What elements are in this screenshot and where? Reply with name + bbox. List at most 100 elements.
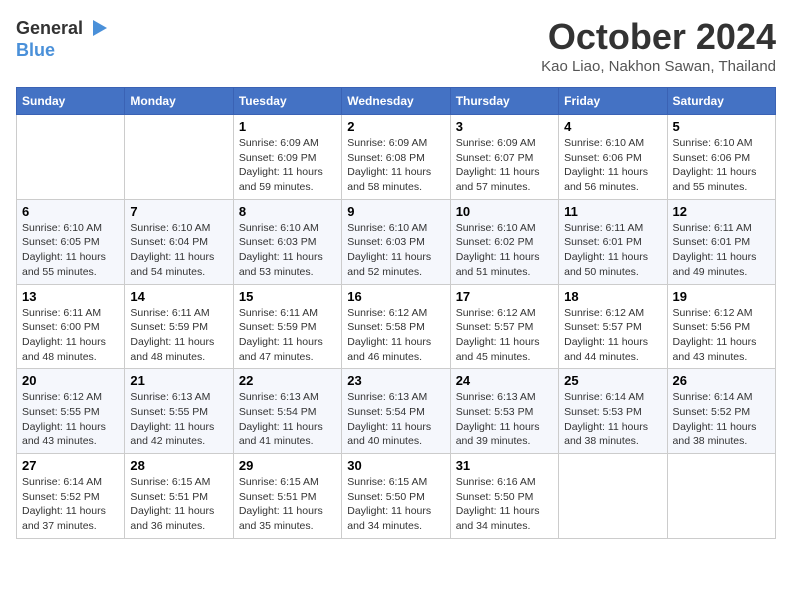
calendar-cell: 24Sunrise: 6:13 AMSunset: 5:53 PMDayligh…: [450, 369, 558, 454]
day-info: Sunrise: 6:14 AMSunset: 5:53 PMDaylight:…: [564, 390, 661, 449]
calendar-cell: 1Sunrise: 6:09 AMSunset: 6:09 PMDaylight…: [233, 115, 341, 200]
day-info: Sunrise: 6:09 AMSunset: 6:07 PMDaylight:…: [456, 136, 553, 195]
calendar-header-row: SundayMondayTuesdayWednesdayThursdayFrid…: [17, 88, 776, 115]
day-number: 24: [456, 373, 553, 388]
logo-icon: [85, 16, 109, 40]
day-info: Sunrise: 6:10 AMSunset: 6:02 PMDaylight:…: [456, 221, 553, 280]
calendar-cell: 13 Sunrise: 6:11 AMSunset: 6:00 PMDayligh…: [17, 284, 125, 369]
calendar-week-row: 1Sunrise: 6:09 AMSunset: 6:09 PMDaylight…: [17, 115, 776, 200]
day-info: Sunrise: 6:10 AMSunset: 6:03 PMDaylight:…: [239, 221, 336, 280]
day-info: Sunrise: 6:12 AMSunset: 5:58 PMDaylight:…: [347, 306, 444, 365]
day-number: 12: [673, 204, 770, 219]
day-info: Sunrise: 6:11 AMSunset: 6:01 PMDaylight:…: [564, 221, 661, 280]
day-of-week-header: Thursday: [450, 88, 558, 115]
calendar-cell: 17Sunrise: 6:12 AMSunset: 5:57 PMDayligh…: [450, 284, 558, 369]
calendar-cell: 8 Sunrise: 6:10 AMSunset: 6:03 PMDaylight…: [233, 199, 341, 284]
calendar-cell: 11 Sunrise: 6:11 AMSunset: 6:01 PMDayligh…: [559, 199, 667, 284]
day-number: 31: [456, 458, 553, 473]
calendar-week-row: 27Sunrise: 6:14 AMSunset: 5:52 PMDayligh…: [17, 454, 776, 539]
day-number: 22: [239, 373, 336, 388]
day-number: 6: [22, 204, 119, 219]
calendar-cell: 30Sunrise: 6:15 AMSunset: 5:50 PMDayligh…: [342, 454, 450, 539]
day-number: 18: [564, 289, 661, 304]
day-info: Sunrise: 6:10 AMSunset: 6:05 PMDaylight:…: [22, 221, 119, 280]
calendar-week-row: 20Sunrise: 6:12 AMSunset: 5:55 PMDayligh…: [17, 369, 776, 454]
day-info: Sunrise: 6:12 AMSunset: 5:55 PMDaylight:…: [22, 390, 119, 449]
day-of-week-header: Saturday: [667, 88, 775, 115]
location-title: Kao Liao, Nakhon Sawan, Thailand: [541, 58, 776, 75]
calendar-cell: 7Sunrise: 6:10 AMSunset: 6:04 PMDaylight…: [125, 199, 233, 284]
day-of-week-header: Sunday: [17, 88, 125, 115]
calendar-cell: 20Sunrise: 6:12 AMSunset: 5:55 PMDayligh…: [17, 369, 125, 454]
calendar-cell: 25 Sunrise: 6:14 AMSunset: 5:53 PMDayligh…: [559, 369, 667, 454]
calendar-cell: 23 Sunrise: 6:13 AMSunset: 5:54 PMDayligh…: [342, 369, 450, 454]
logo-blue: Blue: [16, 40, 55, 60]
calendar-cell: 2 Sunrise: 6:09 AMSunset: 6:08 PMDaylight…: [342, 115, 450, 200]
day-number: 21: [130, 373, 227, 388]
calendar-cell: 29 Sunrise: 6:15 AMSunset: 5:51 PMDayligh…: [233, 454, 341, 539]
day-number: 23: [347, 373, 444, 388]
day-number: 9: [347, 204, 444, 219]
logo-general: General: [16, 18, 83, 39]
day-info: Sunrise: 6:12 AMSunset: 5:57 PMDaylight:…: [564, 306, 661, 365]
calendar-cell: [667, 454, 775, 539]
calendar-week-row: 13 Sunrise: 6:11 AMSunset: 6:00 PMDayligh…: [17, 284, 776, 369]
day-info: Sunrise: 6:10 AMSunset: 6:06 PMDaylight:…: [673, 136, 770, 195]
calendar-cell: 21 Sunrise: 6:13 AMSunset: 5:55 PMDayligh…: [125, 369, 233, 454]
calendar-cell: 9 Sunrise: 6:10 AMSunset: 6:03 PMDaylight…: [342, 199, 450, 284]
title-block: October 2024 Kao Liao, Nakhon Sawan, Tha…: [541, 16, 776, 75]
day-info: Sunrise: 6:10 AMSunset: 6:04 PMDaylight:…: [130, 221, 227, 280]
calendar-cell: [17, 115, 125, 200]
day-number: 25: [564, 373, 661, 388]
day-number: 19: [673, 289, 770, 304]
calendar-cell: 28Sunrise: 6:15 AMSunset: 5:51 PMDayligh…: [125, 454, 233, 539]
calendar-cell: 18 Sunrise: 6:12 AMSunset: 5:57 PMDayligh…: [559, 284, 667, 369]
calendar-cell: 3 Sunrise: 6:09 AMSunset: 6:07 PMDaylight…: [450, 115, 558, 200]
day-info: Sunrise: 6:11 AMSunset: 5:59 PMDaylight:…: [130, 306, 227, 365]
day-info: Sunrise: 6:11 AMSunset: 6:01 PMDaylight:…: [673, 221, 770, 280]
day-number: 13: [22, 289, 119, 304]
day-number: 4: [564, 119, 661, 134]
day-number: 29: [239, 458, 336, 473]
day-number: 11: [564, 204, 661, 219]
day-info: Sunrise: 6:16 AMSunset: 5:50 PMDaylight:…: [456, 475, 553, 534]
calendar-cell: 14 Sunrise: 6:11 AMSunset: 5:59 PMDayligh…: [125, 284, 233, 369]
calendar-cell: 27Sunrise: 6:14 AMSunset: 5:52 PMDayligh…: [17, 454, 125, 539]
day-of-week-header: Tuesday: [233, 88, 341, 115]
calendar-cell: 19 Sunrise: 6:12 AMSunset: 5:56 PMDayligh…: [667, 284, 775, 369]
calendar-cell: 6 Sunrise: 6:10 AMSunset: 6:05 PMDaylight…: [17, 199, 125, 284]
day-number: 8: [239, 204, 336, 219]
day-number: 28: [130, 458, 227, 473]
day-info: Sunrise: 6:12 AMSunset: 5:56 PMDaylight:…: [673, 306, 770, 365]
calendar-cell: 26Sunrise: 6:14 AMSunset: 5:52 PMDayligh…: [667, 369, 775, 454]
day-number: 10: [456, 204, 553, 219]
calendar-cell: [559, 454, 667, 539]
day-info: Sunrise: 6:13 AMSunset: 5:54 PMDaylight:…: [347, 390, 444, 449]
day-info: Sunrise: 6:09 AMSunset: 6:08 PMDaylight:…: [347, 136, 444, 195]
calendar-table: SundayMondayTuesdayWednesdayThursdayFrid…: [16, 87, 776, 539]
day-info: Sunrise: 6:11 AMSunset: 6:00 PMDaylight:…: [22, 306, 119, 365]
day-of-week-header: Friday: [559, 88, 667, 115]
day-info: Sunrise: 6:15 AMSunset: 5:51 PMDaylight:…: [239, 475, 336, 534]
logo: General Blue: [16, 16, 109, 61]
day-number: 3: [456, 119, 553, 134]
calendar-week-row: 6 Sunrise: 6:10 AMSunset: 6:05 PMDaylight…: [17, 199, 776, 284]
calendar-cell: 4Sunrise: 6:10 AMSunset: 6:06 PMDaylight…: [559, 115, 667, 200]
page-header: General Blue October 2024 Kao Liao, Nakh…: [16, 16, 776, 75]
day-number: 5: [673, 119, 770, 134]
calendar-cell: 12 Sunrise: 6:11 AMSunset: 6:01 PMDayligh…: [667, 199, 775, 284]
day-info: Sunrise: 6:13 AMSunset: 5:55 PMDaylight:…: [130, 390, 227, 449]
calendar-cell: 16 Sunrise: 6:12 AMSunset: 5:58 PMDayligh…: [342, 284, 450, 369]
day-info: Sunrise: 6:13 AMSunset: 5:54 PMDaylight:…: [239, 390, 336, 449]
day-number: 16: [347, 289, 444, 304]
day-number: 30: [347, 458, 444, 473]
day-number: 1: [239, 119, 336, 134]
day-info: Sunrise: 6:11 AMSunset: 5:59 PMDaylight:…: [239, 306, 336, 365]
calendar-cell: 10 Sunrise: 6:10 AMSunset: 6:02 PMDayligh…: [450, 199, 558, 284]
day-number: 2: [347, 119, 444, 134]
day-number: 14: [130, 289, 227, 304]
day-info: Sunrise: 6:12 AMSunset: 5:57 PMDaylight:…: [456, 306, 553, 365]
day-info: Sunrise: 6:10 AMSunset: 6:03 PMDaylight:…: [347, 221, 444, 280]
day-number: 15: [239, 289, 336, 304]
day-info: Sunrise: 6:14 AMSunset: 5:52 PMDaylight:…: [673, 390, 770, 449]
